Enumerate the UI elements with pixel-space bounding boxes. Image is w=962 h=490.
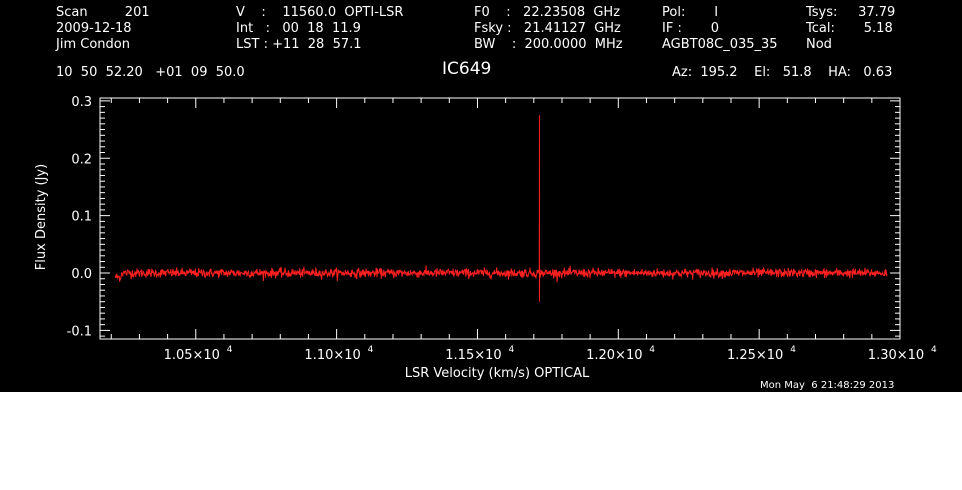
x-axis-label: LSR Velocity (km/s) OPTICAL — [405, 366, 590, 381]
x-tick-label: 1.20×10 — [586, 348, 642, 363]
y-tick-label: 0.0 — [71, 267, 92, 282]
x-tick-exponent: 4 — [368, 345, 374, 355]
x-tick-exponent: 4 — [508, 345, 514, 355]
spectrum-plot-panel: Scan 201 2009-12-18 Jim Condon V : 11560… — [0, 0, 962, 392]
spectrum-chart: 0.3 0.2 0.1 0.0 -0.1 1.05×10 4 1.10×10 4 1.15×10 4… — [34, 95, 937, 381]
y-tick-label: 0.1 — [71, 210, 92, 225]
y-axis-label: Flux Density (Jy) — [34, 164, 49, 270]
spectrum-series-line — [114, 115, 888, 302]
y-tick-label: 0.2 — [71, 152, 92, 167]
x-tick-label: 1.30×10 — [868, 348, 924, 363]
x-tick-exponent: 4 — [649, 345, 655, 355]
y-tick-label: -0.1 — [67, 324, 92, 339]
x-tick-exponent: 4 — [227, 345, 233, 355]
x-tick-label: 1.15×10 — [445, 348, 501, 363]
x-tick-exponent: 4 — [790, 345, 796, 355]
x-tick-exponent: 4 — [931, 345, 937, 355]
x-tick-label: 1.10×10 — [304, 348, 360, 363]
y-tick-label: 0.3 — [71, 95, 92, 110]
x-tick-label: 1.05×10 — [164, 348, 220, 363]
plot-frame — [99, 97, 901, 340]
x-tick-label: 1.25×10 — [727, 348, 783, 363]
